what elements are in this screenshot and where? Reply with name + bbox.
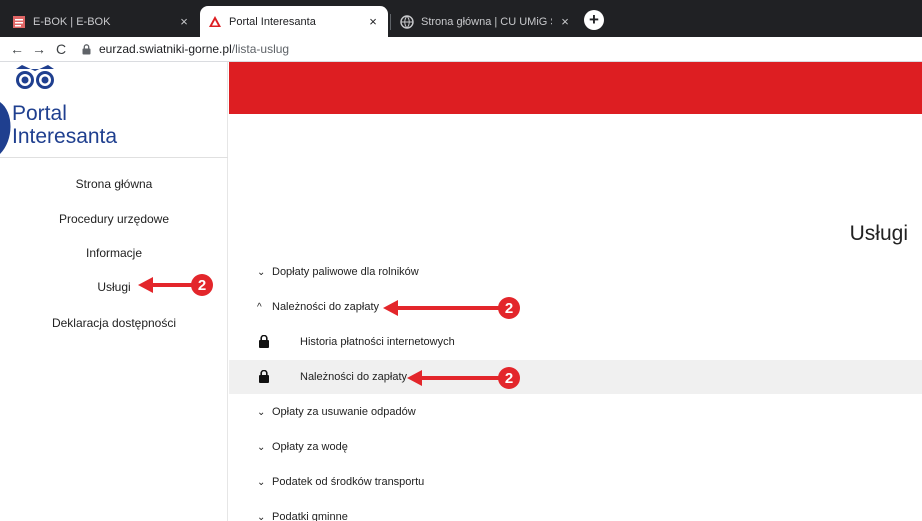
tab-close-icon[interactable]: × <box>177 14 191 29</box>
back-icon[interactable]: ← <box>6 41 28 57</box>
reload-icon[interactable]: C <box>50 41 72 57</box>
globe-icon <box>400 14 414 29</box>
url-host: eurzad.swiatniki-gorne.pl <box>99 42 232 56</box>
new-tab-button[interactable]: + <box>584 10 604 30</box>
list-item-naleznosci[interactable]: ^ Należności do zapłaty <box>229 290 922 324</box>
ebok-favicon-icon <box>13 15 25 28</box>
sidebar-item-informacje[interactable]: Informacje <box>0 246 228 260</box>
logo-text: Portal Interesanta <box>12 102 117 148</box>
list-item-label: Należności do zapłaty <box>300 371 408 383</box>
logo-line-2: Interesanta <box>12 125 118 148</box>
list-subitem-naleznosci[interactable]: Należności do zapłaty <box>229 360 922 394</box>
tab-strona-glowna[interactable]: Strona główna | CU UMiG Świątni × <box>392 6 580 37</box>
list-item-label: Historia płatności internetowych <box>300 336 455 348</box>
list-subitem-historia[interactable]: Historia płatności internetowych <box>229 325 922 359</box>
callout-arrow-icon: 2 <box>138 274 213 296</box>
screen: E-BOK | E-BOK × Portal Interesanta × Str… <box>0 0 922 521</box>
header-red-bar <box>229 62 922 114</box>
tab-ebok[interactable]: E-BOK | E-BOK × <box>4 6 199 37</box>
callout-number: 2 <box>198 277 206 294</box>
list-item-odpady[interactable]: ⌄ Opłaty za usuwanie odpadów <box>229 395 922 429</box>
chevron-down-icon: ⌄ <box>257 406 266 418</box>
list-item-label: Dopłaty paliwowe dla rolników <box>272 266 419 278</box>
list-item-label: Opłaty za wodę <box>272 441 348 453</box>
list-item-doplaty[interactable]: ⌄ Dopłaty paliwowe dla rolników <box>229 255 922 289</box>
url-path: /lista-uslug <box>231 42 290 56</box>
callout-number: 2 <box>505 300 513 317</box>
tab-close-icon[interactable]: × <box>558 14 572 29</box>
callout-number: 2 <box>505 370 513 387</box>
forward-icon[interactable]: → <box>28 41 50 57</box>
chevron-down-icon: ⌄ <box>257 511 266 521</box>
list-item-label: Opłaty za usuwanie odpadów <box>272 406 416 418</box>
browser-toolbar: ← → C eurzad.swiatniki-gorne.pl /lista-u… <box>0 37 922 62</box>
padlock-icon <box>82 43 91 54</box>
tab-title: Portal Interesanta <box>229 15 316 28</box>
callout-arrow-icon: 2 <box>407 367 520 389</box>
logo-line-1: Portal <box>12 102 67 125</box>
tab-title: Strona główna | CU UMiG Świątni <box>421 15 552 28</box>
chevron-up-icon: ^ <box>257 301 262 313</box>
list-item-transport[interactable]: ⌄ Podatek od środków transportu <box>229 465 922 499</box>
tab-portal-interesanta[interactable]: Portal Interesanta × <box>200 6 388 37</box>
sidebar-item-strona-glowna[interactable]: Strona główna <box>0 177 228 191</box>
chevron-down-icon: ⌄ <box>257 441 266 453</box>
address-bar[interactable]: eurzad.swiatniki-gorne.pl /lista-uslug <box>82 42 289 56</box>
portal-logo[interactable]: Portal Interesanta <box>0 62 228 158</box>
page-title: Usługi <box>849 222 908 245</box>
sidebar-item-deklaracja[interactable]: Deklaracja dostępności <box>0 316 228 330</box>
tab-separator <box>390 14 391 30</box>
list-item-podatki[interactable]: ⌄ Podatki gminne <box>229 500 922 521</box>
lock-icon <box>259 370 269 383</box>
chevron-down-icon: ⌄ <box>257 266 266 278</box>
sidebar-item-procedury[interactable]: Procedury urzędowe <box>0 212 228 226</box>
list-item-label: Należności do zapłaty <box>272 301 380 313</box>
browser-tab-bar: E-BOK | E-BOK × Portal Interesanta × Str… <box>0 0 922 37</box>
owl-eyes-icon <box>16 65 54 89</box>
list-item-label: Podatek od środków transportu <box>272 476 425 488</box>
lock-icon <box>259 335 269 348</box>
portal-favicon-icon <box>209 15 221 27</box>
tab-title: E-BOK | E-BOK <box>33 15 111 28</box>
callout-arrow-icon: 2 <box>383 297 520 319</box>
chevron-down-icon: ⌄ <box>257 476 266 488</box>
list-item-label: Podatki gminne <box>272 511 348 521</box>
tab-close-icon[interactable]: × <box>366 14 380 29</box>
list-item-woda[interactable]: ⌄ Opłaty za wodę <box>229 430 922 464</box>
